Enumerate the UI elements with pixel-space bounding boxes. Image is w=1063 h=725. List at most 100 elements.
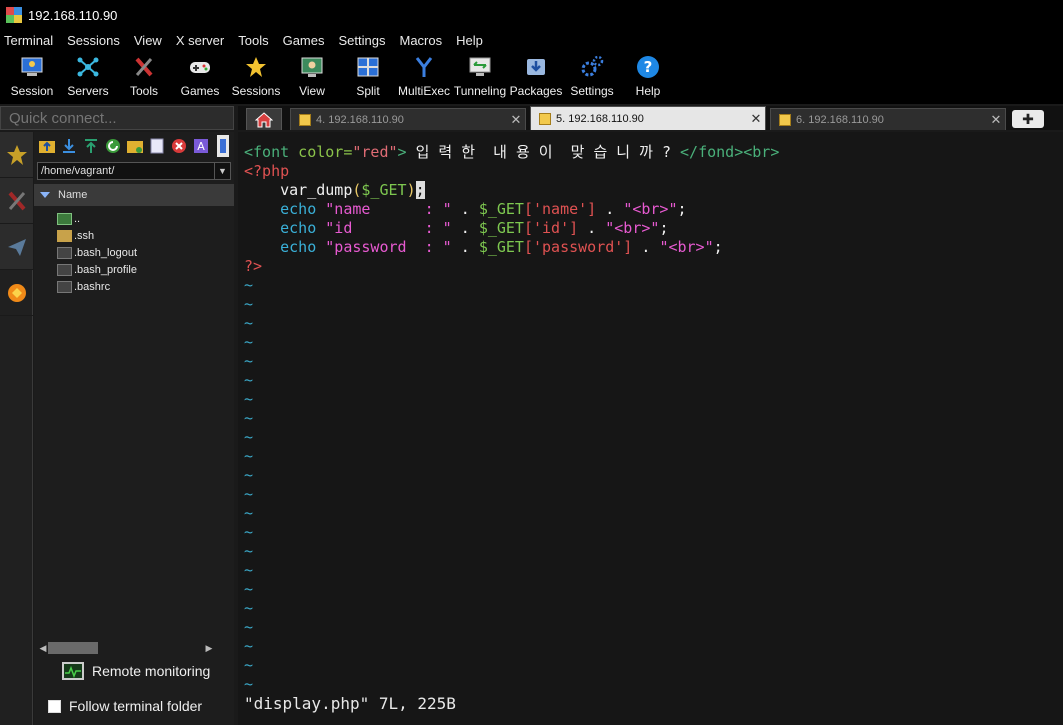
new-folder-button[interactable] [126,137,144,155]
close-icon[interactable]: ✕ [747,111,765,127]
delete-button[interactable] [170,137,188,155]
current-path: /home/vagrant/ [41,165,115,177]
file-row-parent[interactable]: .. [34,210,234,227]
follow-folder-checkbox[interactable] [48,699,61,713]
games-icon [187,54,213,80]
session-tab-6[interactable]: 6. 192.168.110.90 ✕ [770,108,1006,130]
name-column-header[interactable]: Name [34,184,234,206]
file-row-bash-profile[interactable]: .bash_profile [34,261,234,278]
view-icon [299,54,325,80]
quick-connect-input[interactable] [1,107,233,129]
empty-line-marker: ~ [244,504,254,522]
home-tab[interactable] [246,108,282,130]
sessions-star-icon [243,54,269,80]
menu-settings[interactable]: Settings [339,33,386,48]
close-icon[interactable]: ✕ [987,112,1005,128]
sidebar-tools-button[interactable] [0,178,33,224]
games-button[interactable]: Games [172,50,228,98]
empty-line-marker: ~ [244,599,254,617]
sessions-button[interactable]: Sessions [228,50,284,98]
rename-icon: A [194,139,208,153]
sidebar-macros-button[interactable] [0,224,33,270]
menu-terminal[interactable]: Terminal [4,33,53,48]
multiexec-icon [411,54,437,80]
empty-line-marker: ~ [244,333,254,351]
file-icon [57,246,72,259]
path-combobox[interactable]: /home/vagrant/ ▼ [37,162,231,180]
scrollbar-thumb[interactable] [48,642,98,654]
text-cursor: ; [415,181,425,199]
servers-button[interactable]: Servers [60,50,116,98]
code-line-1: <font color="red"> 입 력 한 내 용 이 맞 습 니 까 ?… [244,143,780,161]
svg-text:?: ? [644,58,653,76]
menu-help[interactable]: Help [456,33,483,48]
download-button[interactable] [60,137,78,155]
servers-icon [75,54,101,80]
side-strip [0,132,33,725]
delete-icon [172,139,186,153]
session-tab-5[interactable]: 5. 192.168.110.90 ✕ [530,106,766,130]
menu-sessions[interactable]: Sessions [67,33,120,48]
packages-button[interactable]: Packages [508,50,564,98]
file-row-ssh[interactable]: .ssh [34,227,234,244]
chevron-down-icon[interactable]: ▼ [214,163,230,179]
new-tab-button[interactable]: ✚ [1012,110,1044,128]
new-file-button[interactable] [148,137,166,155]
menu-games[interactable]: Games [283,33,325,48]
empty-line-marker: ~ [244,314,254,332]
menu-view[interactable]: View [134,33,162,48]
split-button[interactable]: Split [340,50,396,98]
code-line-2: <?php [244,162,290,180]
packages-icon [523,54,549,80]
view-button[interactable]: View [284,50,340,98]
file-row-bash-logout[interactable]: .bash_logout [34,244,234,261]
parent-folder-button[interactable] [38,137,56,155]
scroll-right-icon[interactable]: ▶ [204,643,214,654]
sidebar-sftp-button[interactable] [0,270,33,316]
empty-line-marker: ~ [244,352,254,370]
split-icon [355,54,381,80]
overflow-icon [217,135,229,157]
terminal-view[interactable]: <font color="red"> 입 력 한 내 용 이 맞 습 니 까 ?… [238,132,1063,725]
settings-icon [579,54,605,80]
close-icon[interactable]: ✕ [507,112,525,128]
empty-line-marker: ~ [244,580,254,598]
horizontal-scrollbar[interactable]: ◀ ▶ [38,641,214,655]
svg-text:A: A [197,140,205,153]
sftp-icon [7,283,26,302]
home-icon [255,111,273,127]
session-button[interactable]: Session [4,50,60,98]
refresh-button[interactable] [104,137,122,155]
ssh-session-icon [779,113,791,126]
session-icon [19,54,45,80]
help-button[interactable]: ? Help [620,50,676,98]
parent-folder-icon [57,212,72,225]
more-tools-button[interactable] [214,135,232,157]
empty-line-marker: ~ [244,656,254,674]
settings-button[interactable]: Settings [564,50,620,98]
scroll-left-icon[interactable]: ◀ [38,643,48,654]
rename-button[interactable]: A [192,137,210,155]
code-line-6: echo "password : " . $_GET['password'] .… [280,238,723,256]
sidebar-sessions-button[interactable] [0,132,33,178]
empty-line-marker: ~ [244,523,254,541]
remote-monitoring-button[interactable]: Remote monitoring [62,662,210,680]
mobaxterm-logo-icon [6,7,22,23]
file-row-bashrc[interactable]: .bashrc [34,278,234,295]
menu-tools[interactable]: Tools [238,33,268,48]
menu-x-server[interactable]: X server [176,33,224,48]
file-list: .. .ssh .bash_logout .bash_profile .bash… [34,206,234,295]
session-tab-4[interactable]: 4. 192.168.110.90 ✕ [290,108,526,130]
tools-button[interactable]: Tools [116,50,172,98]
empty-line-marker: ~ [244,428,254,446]
code-line-3: var_dump($_GET); [280,181,425,199]
multiexec-button[interactable]: MultiExec [396,50,452,98]
monitor-icon [62,662,84,680]
tunneling-button[interactable]: Tunneling [452,50,508,98]
upload-button[interactable] [82,137,100,155]
menu-macros[interactable]: Macros [399,33,442,48]
empty-line-marker: ~ [244,447,254,465]
tools-icon [7,191,26,210]
follow-terminal-folder-toggle[interactable]: Follow terminal folder [48,698,202,714]
refresh-icon [106,139,120,153]
